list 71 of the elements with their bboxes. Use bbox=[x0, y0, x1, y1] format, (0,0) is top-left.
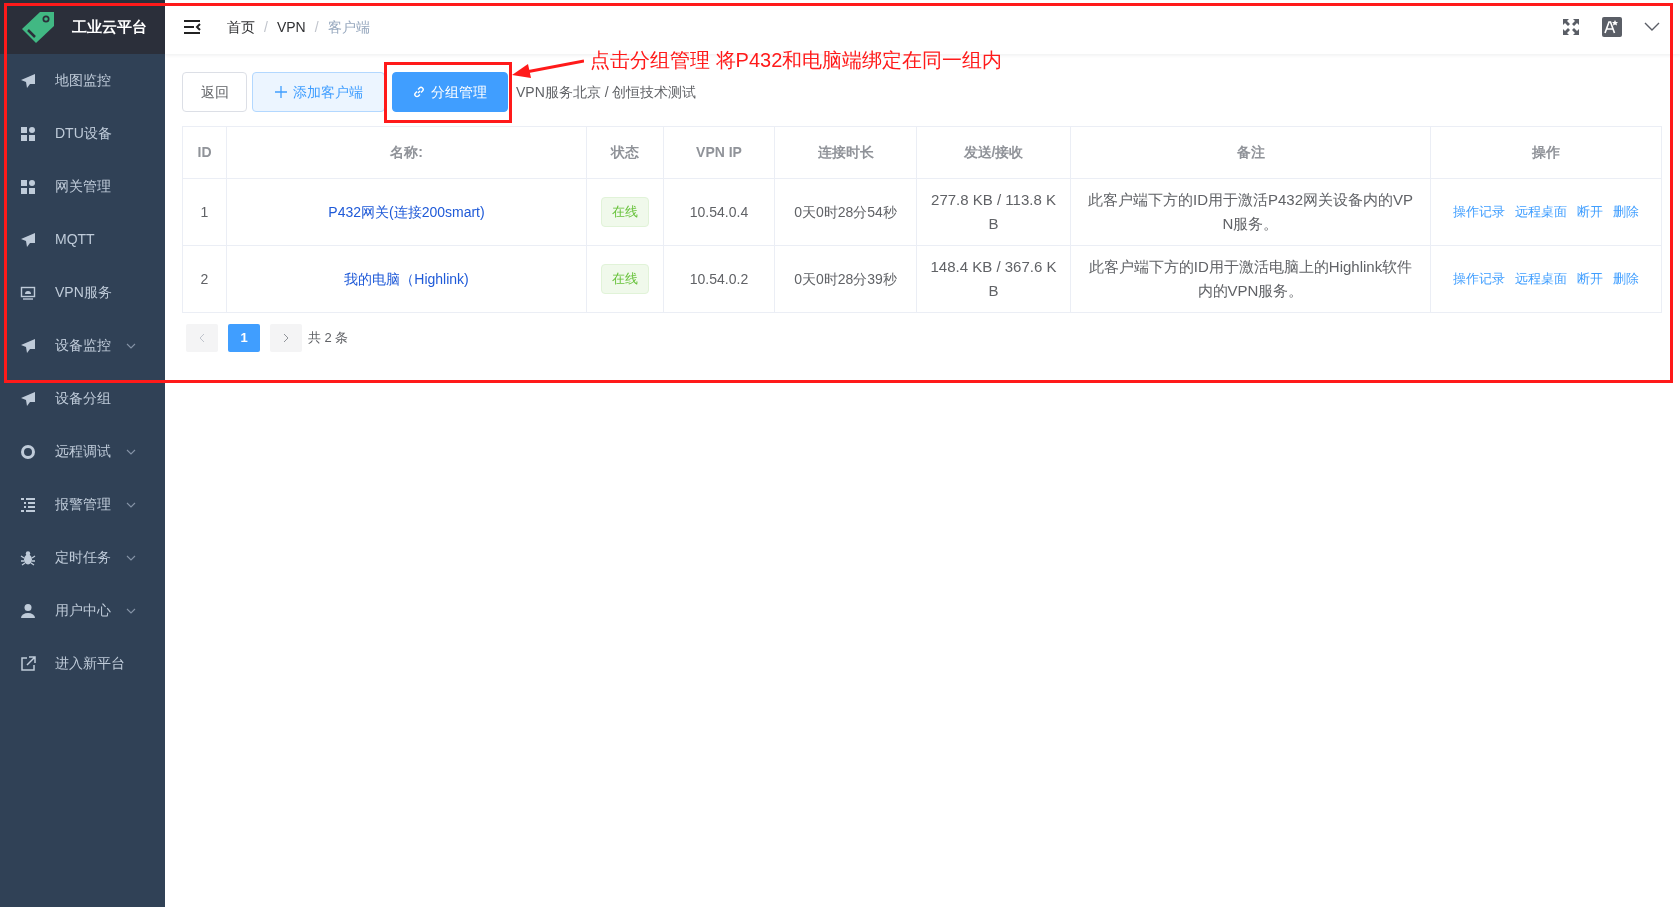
chevron-down-icon[interactable] bbox=[126, 342, 136, 349]
translate-icon[interactable] bbox=[1602, 17, 1622, 37]
menu-item[interactable]: 远程调试 bbox=[0, 425, 165, 478]
status-tag: 在线 bbox=[601, 264, 649, 294]
column-header: 状态 bbox=[586, 126, 664, 179]
total-count: 共 2 条 bbox=[308, 329, 349, 348]
table-cell: 148.4 KB / 367.6 KB bbox=[916, 245, 1071, 313]
monitor-icon bbox=[20, 284, 36, 301]
chevron-down-icon[interactable] bbox=[1644, 22, 1660, 32]
bug-icon bbox=[20, 549, 36, 566]
column-header: 名称: bbox=[226, 126, 587, 179]
menu-item[interactable]: 进入新平台 bbox=[0, 637, 165, 690]
column-header: VPN IP bbox=[663, 126, 775, 179]
table-cell: 0天0时28分54秒 bbox=[774, 178, 917, 246]
table-cell: 277.8 KB / 113.8 KB bbox=[916, 178, 1071, 246]
tag-logo-icon bbox=[20, 10, 56, 44]
chevron-down-icon[interactable] bbox=[126, 448, 136, 455]
chevron-left-icon bbox=[199, 333, 205, 343]
menu-item[interactable]: 设备监控 bbox=[0, 319, 165, 372]
lifebuoy-icon bbox=[20, 443, 36, 460]
table-cell: 2 bbox=[182, 245, 227, 313]
paper-plane-icon bbox=[20, 337, 36, 354]
plus-icon bbox=[274, 86, 287, 98]
group-path: VPN服务北京 / 创恒技术测试 bbox=[516, 82, 697, 102]
menu-item[interactable]: 设备分组 bbox=[0, 372, 165, 425]
back-button[interactable]: 返回 bbox=[182, 72, 247, 112]
menu-item[interactable]: 地图监控 bbox=[0, 54, 165, 107]
link-icon bbox=[413, 86, 425, 98]
list-icon bbox=[20, 496, 36, 513]
grid-icon bbox=[20, 178, 36, 195]
user-icon bbox=[20, 602, 36, 619]
breadcrumb-item: 客户端 bbox=[327, 17, 370, 37]
client-name-link[interactable]: P432网关(连接200smart) bbox=[328, 204, 485, 220]
breadcrumb-separator: / bbox=[314, 17, 319, 37]
table-cell: 1 bbox=[182, 178, 227, 246]
breadcrumb-separator: / bbox=[264, 17, 268, 37]
menu-item[interactable]: 网关管理 bbox=[0, 160, 165, 213]
table-cell: 此客户端下方的ID用于激活电脑上的Highlink软件内的VPN服务。 bbox=[1070, 245, 1431, 313]
table-cell: 10.54.0.4 bbox=[663, 178, 775, 246]
breadcrumb-item[interactable]: 首页 bbox=[227, 16, 255, 38]
logo-text: 工业云平台 bbox=[72, 16, 147, 37]
table-cell: 10.54.0.2 bbox=[663, 245, 775, 313]
paper-plane-icon bbox=[20, 72, 36, 89]
chevron-down-icon[interactable] bbox=[126, 501, 136, 508]
paper-plane-icon bbox=[20, 231, 36, 248]
column-header: 连接时长 bbox=[774, 126, 917, 179]
menu-item[interactable]: 报警管理 bbox=[0, 478, 165, 531]
column-header: 备注 bbox=[1070, 126, 1431, 179]
chevron-down-icon[interactable] bbox=[126, 607, 136, 614]
column-header: 发送/接收 bbox=[916, 126, 1071, 179]
menu-item[interactable]: 定时任务 bbox=[0, 531, 165, 584]
chevron-down-icon[interactable] bbox=[126, 554, 136, 561]
status-tag: 在线 bbox=[601, 197, 649, 227]
paper-plane-icon bbox=[20, 390, 36, 407]
menu-item[interactable]: MQTT bbox=[0, 213, 165, 266]
client-name-link[interactable]: 我的电脑（Highlink) bbox=[344, 271, 469, 287]
chevron-right-icon bbox=[283, 333, 289, 343]
column-header: 操作 bbox=[1430, 126, 1662, 179]
table-cell: 0天0时28分39秒 bbox=[774, 245, 917, 313]
annotation-text: 点击分组管理 将P432和电脑端绑定在同一组内 bbox=[590, 48, 1003, 73]
fullscreen-icon[interactable] bbox=[1562, 18, 1580, 36]
menu-icon[interactable] bbox=[183, 19, 201, 35]
menu-item[interactable]: DTU设备 bbox=[0, 107, 165, 160]
column-header: ID bbox=[182, 126, 227, 179]
breadcrumb-item[interactable]: VPN bbox=[276, 16, 306, 38]
annotation-arrow bbox=[512, 58, 584, 80]
external-link-icon bbox=[20, 655, 36, 672]
table-cell: 此客户端下方的ID用于激活P432网关设备内的VPN服务。 bbox=[1070, 178, 1431, 246]
grid-icon bbox=[20, 125, 36, 142]
menu-item[interactable]: 用户中心 bbox=[0, 584, 165, 637]
menu-item[interactable]: VPN服务 bbox=[0, 266, 165, 319]
